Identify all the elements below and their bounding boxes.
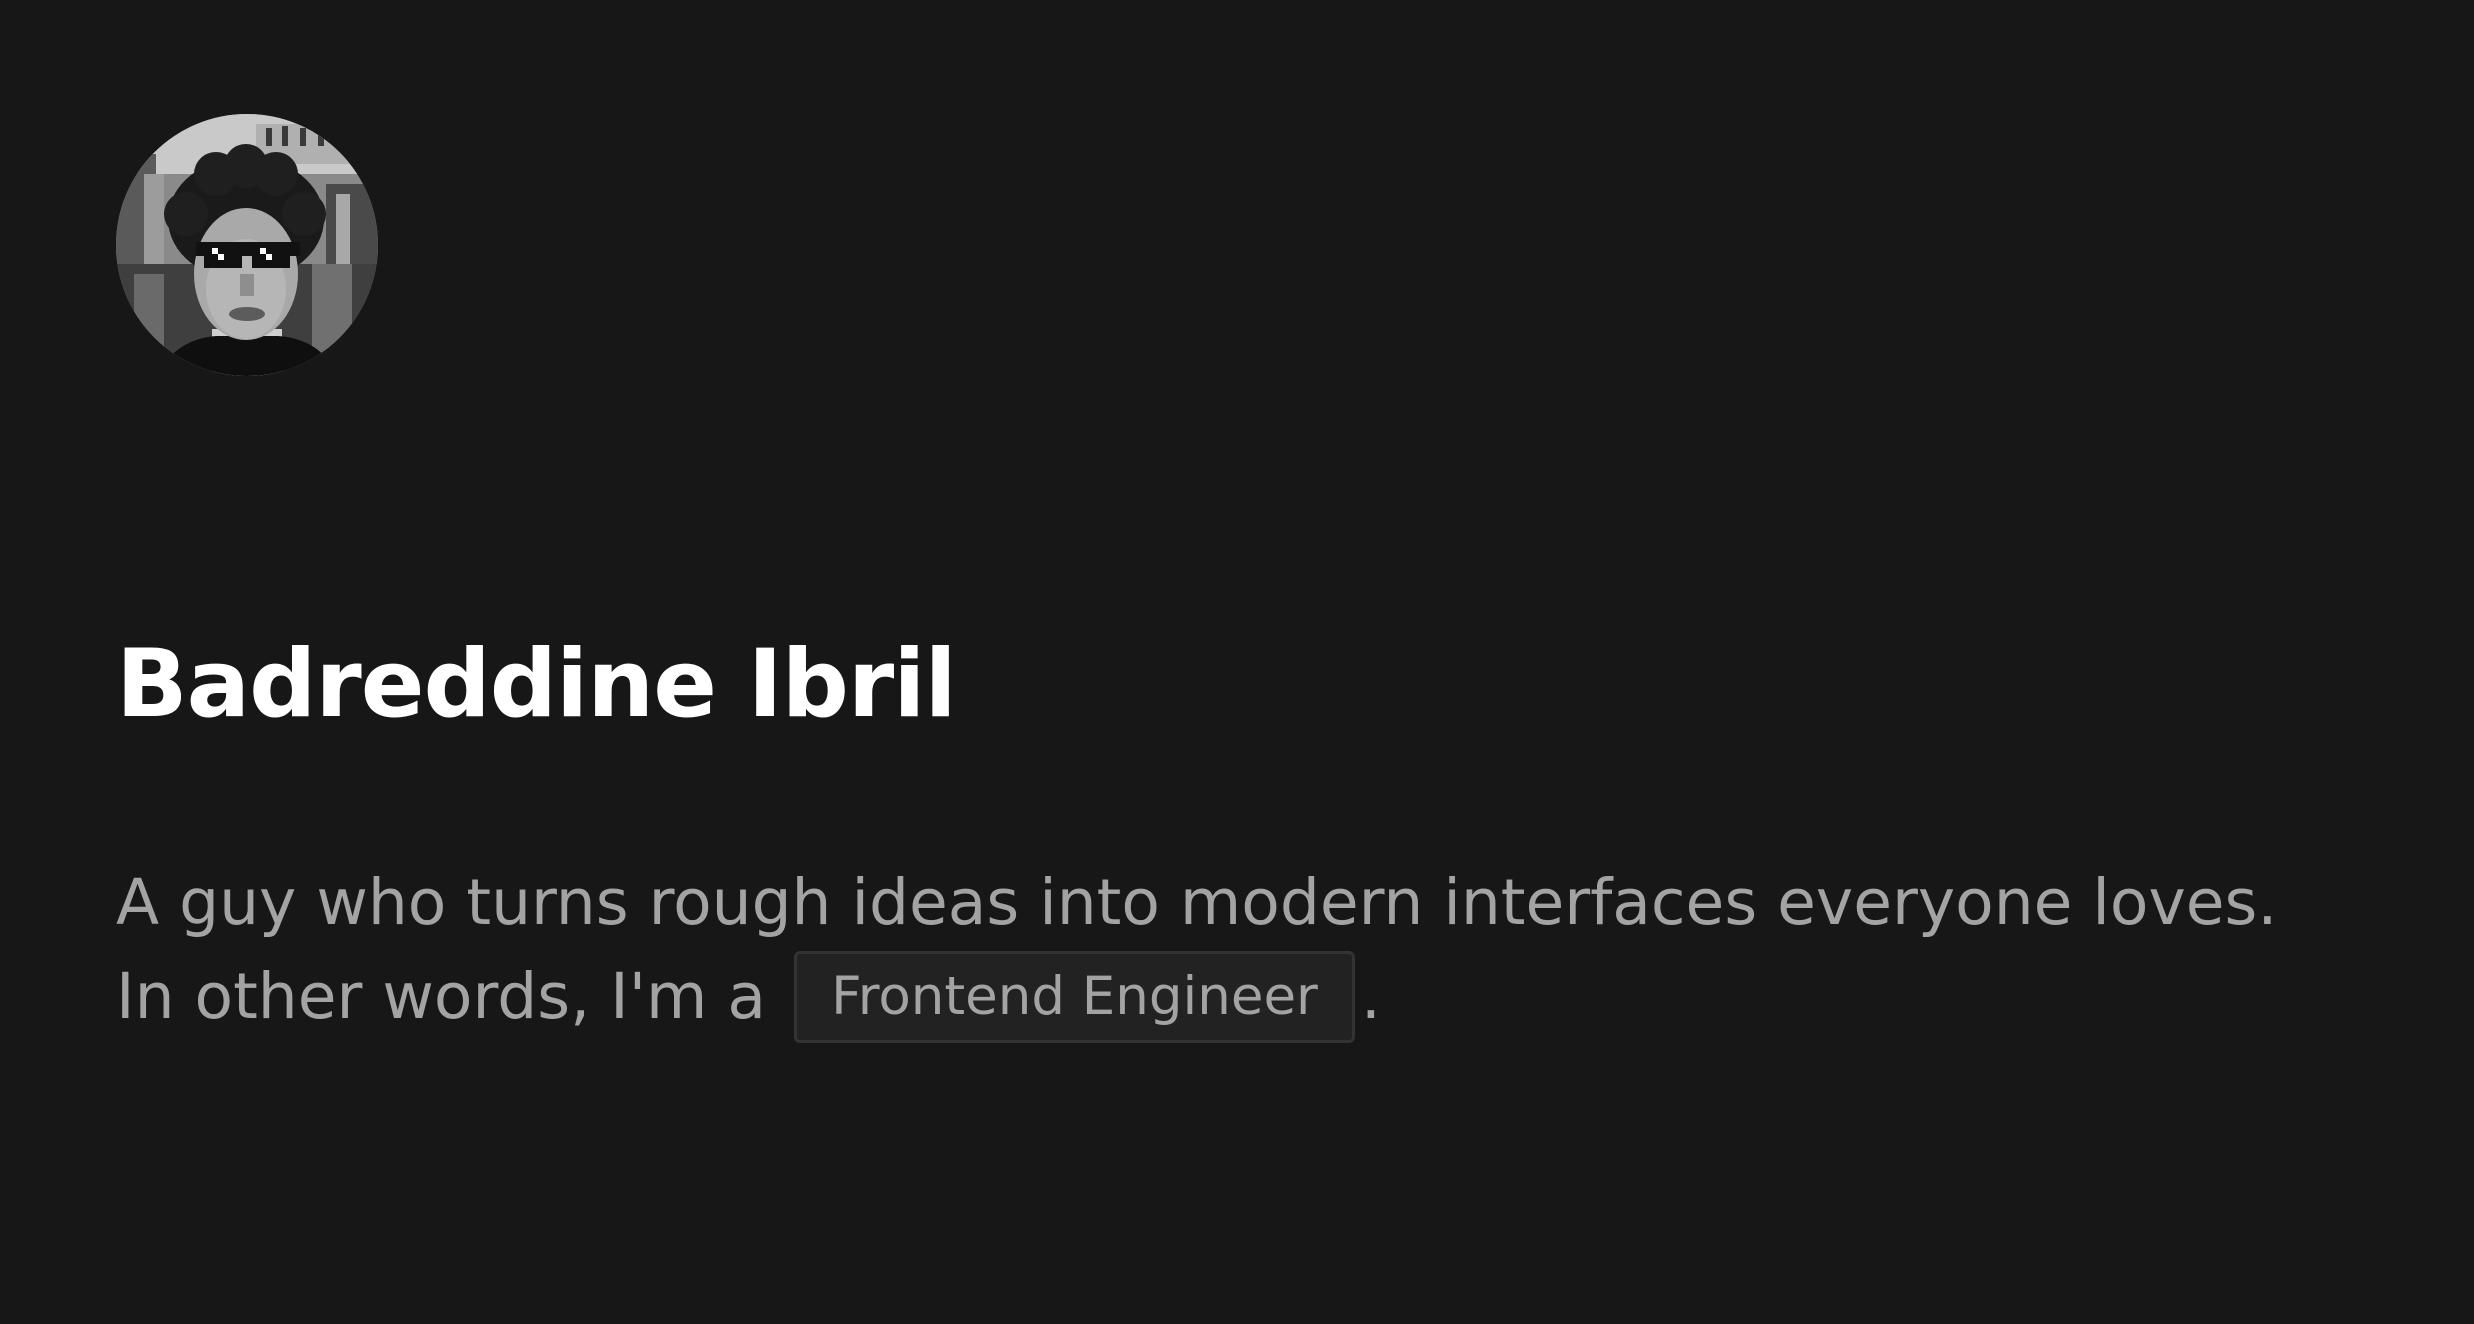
bio-line-2-suffix: . [1360,960,1381,1033]
avatar [116,114,378,376]
hero-section: Badreddine Ibril A guy who turns rough i… [116,114,2356,1043]
bio-line-2-prefix: In other words, I'm a [116,960,767,1033]
bio-line-1: A guy who turns rough ideas into modern … [116,866,2278,939]
bio-line-2: In other words, I'm a Frontend Engineer. [116,950,2416,1047]
avatar-photo [116,114,378,376]
page-title: Badreddine Ibril [116,630,957,739]
role-badge: Frontend Engineer [794,950,1355,1043]
bio-text: A guy who turns rough ideas into modern … [116,856,2416,1047]
